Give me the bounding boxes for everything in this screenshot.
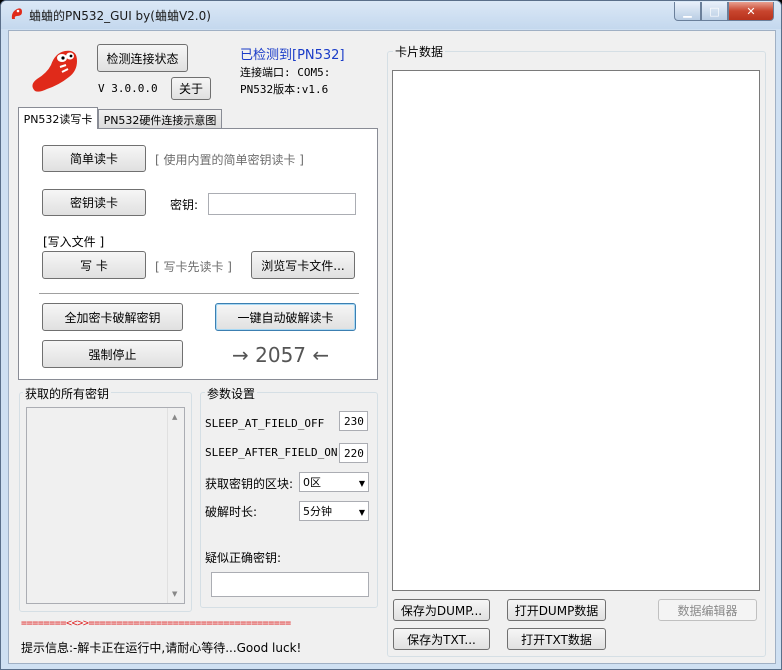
close-button[interactable]: ✕ [728, 2, 774, 21]
sleep-on-input[interactable]: 220 [339, 443, 368, 463]
browse-write-file-button[interactable]: 浏览写卡文件... [251, 251, 355, 279]
key-label: 密钥: [170, 198, 199, 212]
crack-all-keys-button[interactable]: 全加密卡破解密钥 [42, 303, 183, 331]
read-write-panel: 简单读卡 [ 使用内置的简单密钥读卡 ] 密钥读卡 密钥: [写入文件 ] 写 … [18, 128, 378, 380]
status-divider: ========<<>>============================… [21, 618, 291, 629]
title-bar[interactable]: 蛐蛐的PN532_GUI by(蛐蛐V2.0) ▁ □ ✕ [1, 1, 781, 29]
client-area: 检测连接状态 V 3.0.0.0 关于 已检测到[PN532] 连接端口: CO… [8, 30, 776, 664]
status-message: 提示信息:-解卡正在运行中,请耐心等待...Good luck! [21, 641, 302, 655]
key-input[interactable] [208, 193, 356, 215]
simple-read-hint: [ 使用内置的简单密钥读卡 ] [155, 153, 304, 167]
key-read-button[interactable]: 密钥读卡 [42, 189, 146, 216]
app-icon [11, 8, 22, 19]
write-card-button[interactable]: 写 卡 [42, 251, 146, 279]
chevron-down-icon: ▼ [358, 508, 365, 517]
sleep-off-label: SLEEP_AT_FIELD_OFF [205, 417, 325, 430]
sleep-off-input[interactable]: 230 [339, 411, 368, 431]
tab-read-write[interactable]: PN532读写卡 [18, 107, 98, 129]
duration-select-value: 5分钟 [303, 505, 332, 518]
panel-separator [39, 293, 359, 295]
sleep-on-label: SLEEP_AFTER_FIELD_ON [205, 446, 338, 459]
duration-label: 破解时长: [205, 505, 258, 519]
check-connection-button[interactable]: 检测连接状态 [97, 44, 188, 72]
block-label: 获取密钥的区块: [205, 477, 294, 491]
block-select[interactable]: 0区 ▼ [299, 472, 369, 492]
save-txt-button[interactable]: 保存为TXT... [393, 628, 490, 650]
simple-read-button[interactable]: 简单读卡 [42, 145, 146, 172]
app-window: 蛐蛐的PN532_GUI by(蛐蛐V2.0) ▁ □ ✕ 检测连接状态 V 3… [0, 0, 782, 670]
about-button[interactable]: 关于 [171, 77, 211, 100]
keys-listbox[interactable]: ▲ ▼ [26, 407, 185, 604]
duration-select[interactable]: 5分钟 ▼ [299, 501, 369, 521]
force-stop-button[interactable]: 强制停止 [42, 340, 183, 368]
minimize-icon: ▁ [683, 4, 692, 18]
card-data-textarea[interactable] [392, 70, 760, 591]
minimize-button[interactable]: ▁ [674, 2, 701, 21]
suspect-key-input[interactable] [211, 572, 369, 597]
close-icon: ✕ [746, 4, 756, 18]
counter-display: → 2057 ← [232, 343, 330, 367]
version-label: V 3.0.0.0 [98, 82, 158, 95]
card-data-title: 卡片数据 [393, 43, 446, 60]
block-select-value: 0区 [303, 476, 321, 489]
scroll-up-icon[interactable]: ▲ [172, 413, 177, 421]
write-file-label: [写入文件 ] [43, 235, 105, 249]
write-hint: [ 写卡先读卡 ] [155, 260, 232, 274]
data-editor-button[interactable]: 数据编辑器 [658, 599, 757, 621]
keys-scrollbar[interactable]: ▲ ▼ [167, 408, 184, 603]
open-dump-button[interactable]: 打开DUMP数据 [507, 599, 606, 621]
scroll-down-icon[interactable]: ▼ [172, 590, 177, 598]
detected-status: 已检测到[PN532] [240, 48, 345, 63]
save-dump-button[interactable]: 保存为DUMP... [393, 599, 490, 621]
suspect-key-label: 疑似正确密钥: [205, 551, 282, 565]
pn532-version-label: PN532版本:v1.6 [240, 83, 329, 96]
auto-crack-read-button[interactable]: 一键自动破解读卡 [215, 303, 356, 331]
chevron-down-icon: ▼ [358, 479, 365, 488]
port-label: 连接端口: COM5: [240, 66, 331, 79]
params-group-title: 参数设置 [205, 385, 258, 402]
window-title: 蛐蛐的PN532_GUI by(蛐蛐V2.0) [29, 9, 211, 23]
maximize-button[interactable]: □ [701, 2, 728, 21]
tab-hardware-diagram[interactable]: PN532硬件连接示意图 [98, 109, 222, 129]
keys-group-title: 获取的所有密钥 [23, 385, 112, 402]
maximize-icon: □ [709, 4, 720, 18]
open-txt-button[interactable]: 打开TXT数据 [507, 628, 606, 650]
worm-logo-icon [32, 50, 77, 92]
